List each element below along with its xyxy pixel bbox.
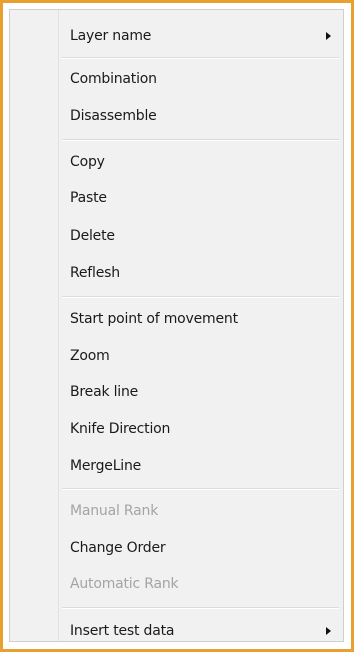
menu-item-merge-line[interactable]: MergeLine (10, 449, 343, 483)
menu-item-start-point-of-movement[interactable]: Start point of movement (10, 302, 343, 336)
context-menu-frame: Layer name Combination Disassemble Copy … (0, 0, 354, 652)
menu-item-label: Insert test data (70, 623, 175, 639)
menu-separator (62, 139, 339, 141)
menu-item-reflesh[interactable]: Reflesh (10, 256, 343, 290)
context-menu: Layer name Combination Disassemble Copy … (9, 9, 344, 642)
menu-item-label: MergeLine (70, 458, 142, 474)
menu-item-paste[interactable]: Paste (10, 181, 343, 215)
menu-item-insert-test-data[interactable]: Insert test data (10, 614, 343, 648)
menu-item-change-order[interactable]: Change Order (10, 531, 343, 565)
menu-item-label: Paste (70, 190, 107, 206)
menu-item-delete[interactable]: Delete (10, 219, 343, 253)
menu-separator (62, 607, 339, 609)
menu-item-label: Reflesh (70, 265, 120, 281)
menu-separator (62, 57, 339, 59)
menu-item-manual-rank: Manual Rank (10, 494, 343, 528)
menu-item-label: Layer name (70, 28, 152, 44)
chevron-right-icon (326, 32, 331, 40)
menu-item-label: Disassemble (70, 108, 157, 124)
menu-separator (62, 488, 339, 490)
menu-item-label: Automatic Rank (70, 576, 179, 592)
menu-item-break-line[interactable]: Break line (10, 375, 343, 409)
menu-item-label: Break line (70, 384, 139, 400)
menu-item-layer-name[interactable]: Layer name (10, 19, 343, 53)
menu-item-knife-direction[interactable]: Knife Direction (10, 412, 343, 446)
menu-item-label: Manual Rank (70, 503, 159, 519)
menu-item-automatic-rank: Automatic Rank (10, 567, 343, 601)
menu-item-label: Delete (70, 228, 115, 244)
menu-item-label: Start point of movement (70, 311, 238, 327)
menu-item-label: Zoom (70, 348, 110, 364)
menu-item-zoom[interactable]: Zoom (10, 339, 343, 373)
menu-item-label: Combination (70, 71, 157, 87)
menu-separator (62, 296, 339, 298)
menu-item-disassemble[interactable]: Disassemble (10, 99, 343, 133)
chevron-right-icon (326, 627, 331, 635)
menu-item-label: Copy (70, 154, 105, 170)
menu-item-label: Knife Direction (70, 421, 171, 437)
menu-item-copy[interactable]: Copy (10, 145, 343, 179)
menu-item-combination[interactable]: Combination (10, 62, 343, 96)
menu-item-label: Change Order (70, 540, 166, 556)
